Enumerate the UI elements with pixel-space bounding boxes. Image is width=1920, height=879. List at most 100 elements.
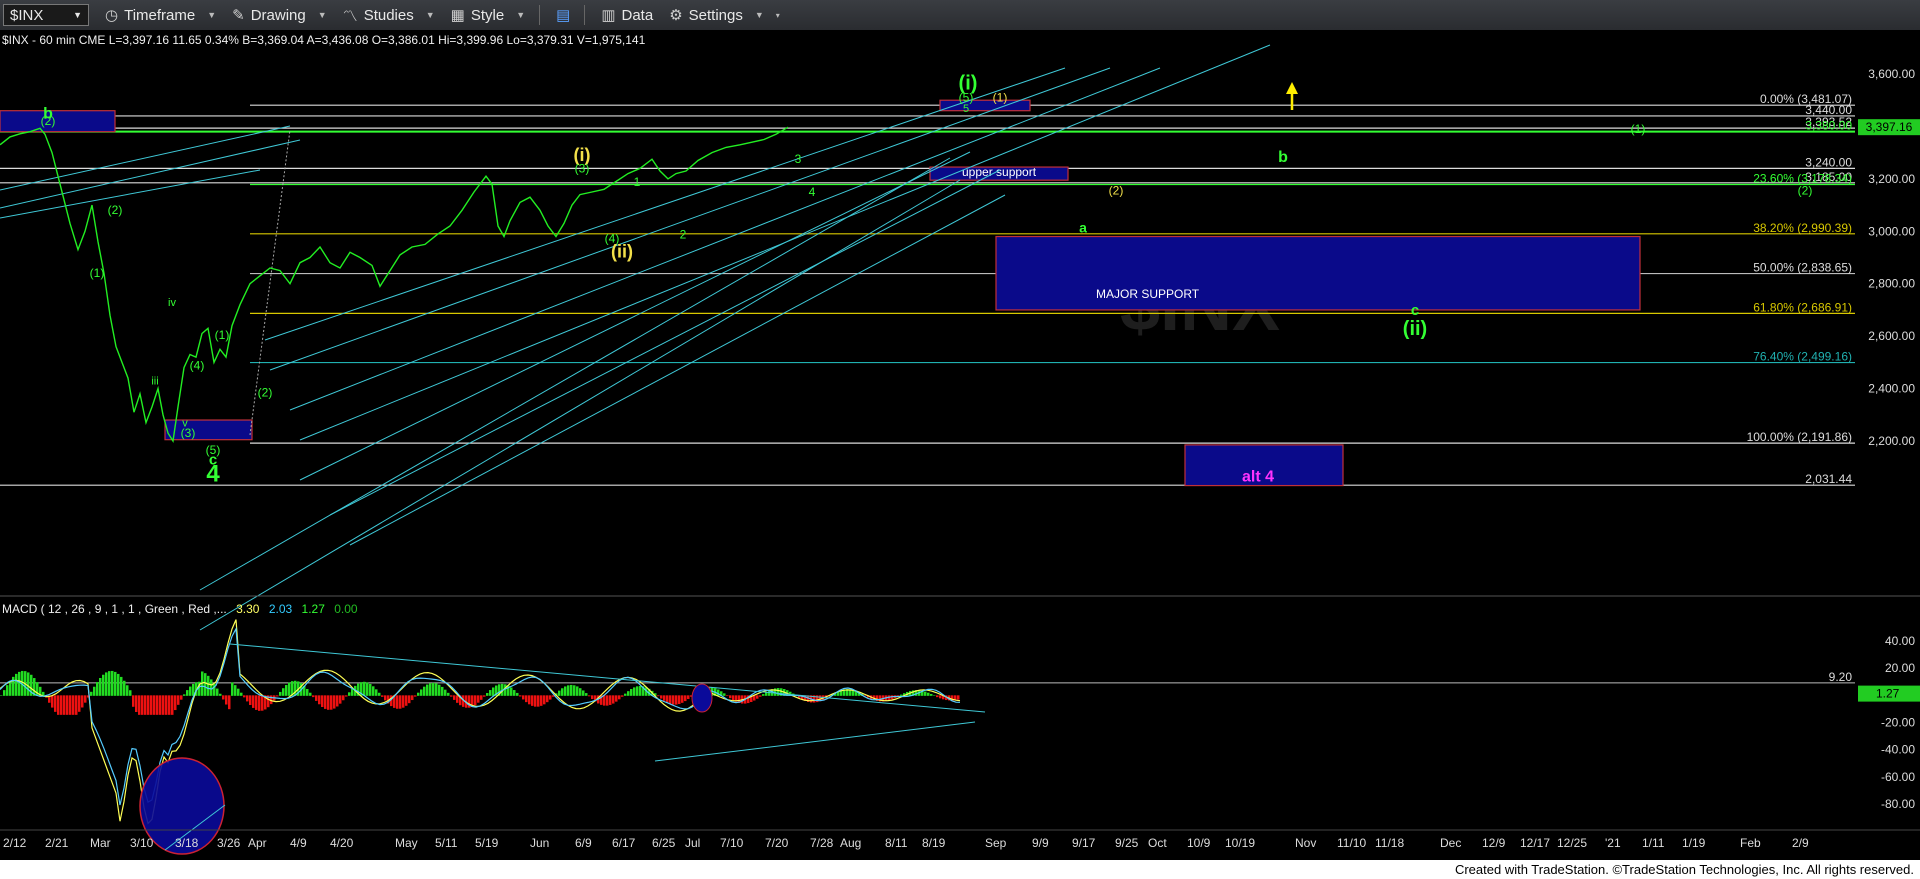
macd-histogram-bar: [105, 672, 108, 696]
level-label: 38.20% (2,990.39): [1753, 221, 1852, 235]
macd-histogram-bar: [591, 695, 594, 700]
macd-histogram-bar: [255, 695, 258, 710]
macd-histogram-bar: [615, 695, 618, 702]
macd-histogram-bar: [549, 695, 552, 700]
wave-label: (2): [258, 385, 273, 399]
settings-menu[interactable]: ⚙ Settings ▼ ▾: [669, 6, 780, 25]
x-tick-label: Feb: [1740, 836, 1761, 850]
macd-histogram-bar: [282, 688, 285, 696]
zone-label: upper support: [962, 165, 1037, 179]
macd-histogram-bar: [132, 695, 135, 707]
level-label: 3,240.00: [1805, 155, 1852, 169]
macd-histogram-bar: [204, 673, 207, 696]
macd-histogram-bar: [183, 694, 186, 696]
macd-histogram-bar: [246, 695, 249, 702]
macd-histogram-bar: [438, 684, 441, 696]
macd-tick-label: -20.00: [1881, 716, 1915, 730]
macd-histogram-bar: [225, 695, 228, 705]
drawing-menu[interactable]: ✎ Drawing ▼: [232, 6, 327, 25]
x-tick-label: Aug: [840, 836, 861, 850]
macd-histogram-bar: [237, 688, 240, 696]
macd-histogram-bar: [99, 677, 102, 696]
macd-histogram-bar: [66, 695, 69, 715]
wave-label: (2): [108, 203, 123, 217]
macd-histogram-bar: [57, 695, 60, 715]
overflow-icon: ▾: [775, 10, 780, 20]
macd-histogram-bar: [384, 695, 387, 701]
macd-histogram-bar: [141, 695, 144, 715]
wave-label: (2): [1798, 184, 1813, 198]
macd-histogram-bar: [429, 683, 432, 696]
footer-credit: Created with TradeStation. ©TradeStation…: [1454, 862, 1914, 877]
macd-histogram-bar: [759, 695, 762, 697]
chevron-down-icon: ▼: [317, 10, 327, 20]
macd-histogram-bar: [51, 695, 54, 708]
macd-histogram-bar: [156, 695, 159, 715]
macd-histogram-bar: [930, 693, 933, 696]
macd-histogram-bar: [483, 695, 486, 697]
macd-histogram-bar: [660, 695, 663, 699]
drawing-label: Drawing: [250, 6, 306, 24]
macd-histogram-bar: [168, 695, 171, 715]
macd-histogram-bar: [678, 695, 681, 705]
chart-canvas[interactable]: $INX $INX - 60 min CME L=3,397.16 11.65 …: [0, 30, 1920, 860]
macd-histogram-bar: [321, 695, 324, 708]
macd-histogram-bar: [348, 692, 351, 696]
symbol-selector[interactable]: $INX ▼: [3, 4, 89, 26]
macd-histogram-bar: [276, 695, 279, 697]
macd-histogram-bar: [222, 695, 225, 700]
macd-histogram-bar: [288, 682, 291, 696]
timeframe-menu[interactable]: ◷ Timeframe ▼: [105, 6, 216, 25]
support-zone: [0, 110, 116, 133]
macd-histogram-bar: [228, 695, 231, 710]
support-zone: [995, 235, 1641, 311]
x-tick-label: 11/10: [1337, 836, 1366, 850]
macd-histogram-bar: [81, 695, 84, 708]
macd-circle: [691, 683, 713, 713]
zone-label: MAJOR SUPPORT: [1096, 287, 1200, 301]
macd-histogram-bar: [75, 695, 78, 715]
chart-style-icon: ▦: [450, 7, 465, 24]
macd-histogram-bar: [537, 695, 540, 707]
studies-label: Studies: [363, 6, 414, 24]
macd-histogram-bar: [315, 695, 318, 701]
studies-icon: 〽: [342, 7, 358, 25]
settings-label: Settings: [688, 6, 743, 24]
level-label: 76.40% (2,499.16): [1753, 350, 1852, 364]
macd-histogram-bar: [336, 695, 339, 707]
macd-histogram-bar: [432, 682, 435, 696]
x-tick-label: 6/25: [652, 836, 676, 850]
macd-histogram-bar: [408, 695, 411, 704]
macd-histogram-bar: [531, 695, 534, 706]
wave-label: (2): [41, 114, 56, 128]
macd-histogram-bar: [114, 671, 117, 696]
layout-button[interactable]: ▤: [556, 6, 570, 24]
x-tick-label: 4/9: [290, 836, 307, 850]
x-tick-label: 8/19: [922, 836, 946, 850]
macd-histogram-bar: [474, 695, 477, 706]
macd-histogram-bar: [504, 684, 507, 696]
window-layout-icon: ▤: [556, 7, 571, 24]
x-tick-label: 9/17: [1072, 836, 1096, 850]
x-tick-label: 8/11: [885, 836, 908, 850]
wave-label: (1): [993, 91, 1008, 105]
style-menu[interactable]: ▦ Style ▼: [450, 6, 525, 25]
macd-histogram-bar: [120, 676, 123, 696]
macd-value-1: 3.30: [236, 602, 260, 616]
macd-histogram-bar: [669, 695, 672, 704]
level-label: 3,380.00: [1805, 119, 1852, 133]
macd-histogram-bar: [180, 695, 183, 700]
level-label: 61.80% (2,686.91): [1753, 300, 1852, 314]
data-label: Data: [621, 6, 654, 24]
support-zone: [164, 419, 253, 441]
macd-histogram-bar: [441, 686, 444, 696]
studies-menu[interactable]: 〽 Studies ▼: [343, 5, 435, 26]
macd-histogram-bar: [330, 695, 333, 710]
macd-histogram-bar: [567, 685, 570, 696]
quote-header: $INX - 60 min CME L=3,397.16 11.65 0.34%…: [2, 33, 646, 47]
macd-histogram-bar: [588, 695, 591, 697]
x-tick-label: Oct: [1148, 836, 1167, 850]
macd-histogram-bar: [186, 690, 189, 696]
data-menu[interactable]: ▥ Data: [601, 6, 654, 25]
wave-label: iii: [151, 376, 158, 388]
